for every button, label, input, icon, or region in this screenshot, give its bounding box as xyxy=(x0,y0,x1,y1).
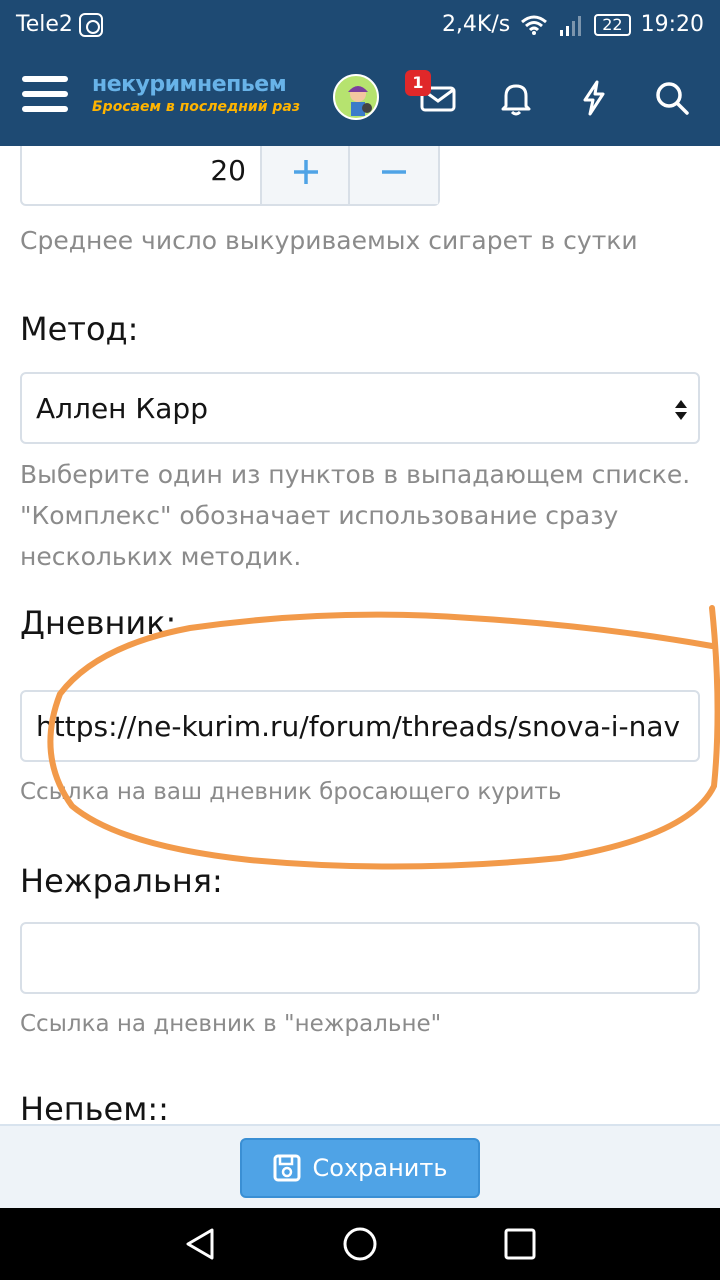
method-hint: Выберите один из пунктов в выпадающем сп… xyxy=(20,460,691,571)
network-speed: 2,4K/s xyxy=(441,12,511,37)
lightning-icon[interactable] xyxy=(574,78,614,118)
home-icon[interactable] xyxy=(342,1226,378,1262)
app-header: некуримнепьем Бросаем в последний раз 1 xyxy=(0,50,720,146)
diary-label: Дневник: xyxy=(20,604,177,642)
vpn-icon xyxy=(78,12,103,37)
cigarettes-hint: Среднее число выкуриваемых сигарет в сут… xyxy=(20,226,638,255)
settings-form: 20 Среднее число выкуриваемых сигарет в … xyxy=(0,146,720,1124)
logo-subtitle: Бросаем в последний раз xyxy=(92,99,301,115)
back-icon[interactable] xyxy=(182,1226,218,1262)
floppy-disk-icon xyxy=(273,1154,300,1182)
nezhralnya-input[interactable] xyxy=(20,922,700,994)
decrement-button[interactable] xyxy=(350,146,438,204)
method-label: Метод: xyxy=(20,310,139,348)
search-icon[interactable] xyxy=(652,78,692,118)
minus-icon xyxy=(382,170,406,174)
nezhralnya-hint: Ссылка на дневник в "нежральне" xyxy=(20,1011,442,1037)
logo-title: некуримнепьем xyxy=(92,72,287,97)
avatar[interactable] xyxy=(333,74,379,120)
status-bar: Tele2 2,4K/s 22 19:20 xyxy=(0,0,720,50)
system-nav-bar xyxy=(0,1208,720,1280)
select-arrows-icon xyxy=(675,400,687,420)
diary-input[interactable]: https://ne-kurim.ru/forum/threads/snova-… xyxy=(20,690,700,762)
diary-hint: Ссылка на ваш дневник бросающего курить xyxy=(20,779,562,805)
battery-indicator: 22 xyxy=(594,13,631,36)
nepyem-label: Непьем:: xyxy=(20,1090,169,1124)
save-button-label: Сохранить xyxy=(312,1154,448,1182)
clock: 19:20 xyxy=(640,12,704,37)
site-logo[interactable]: некуримнепьем Бросаем в последний раз xyxy=(92,72,300,115)
bell-icon[interactable] xyxy=(496,78,536,118)
recents-icon[interactable] xyxy=(502,1226,538,1262)
menu-icon[interactable] xyxy=(22,76,68,116)
save-button[interactable]: Сохранить xyxy=(240,1138,480,1198)
plus-icon xyxy=(294,160,318,184)
wifi-icon xyxy=(521,15,548,35)
method-selected-value: Аллен Карр xyxy=(36,392,208,425)
form-footer: Сохранить xyxy=(0,1124,720,1208)
cigarettes-stepper: 20 xyxy=(20,146,440,206)
nezhralnya-label: Нежральня: xyxy=(20,862,223,900)
notification-badge: 1 xyxy=(405,70,431,96)
increment-button[interactable] xyxy=(262,146,350,204)
signal-icon xyxy=(560,15,582,36)
method-select[interactable]: Аллен Карр xyxy=(20,372,700,444)
diary-input-value: https://ne-kurim.ru/forum/threads/snova-… xyxy=(36,710,681,743)
cigarettes-input[interactable]: 20 xyxy=(22,146,262,204)
carrier-name: Tele2 xyxy=(16,12,73,37)
